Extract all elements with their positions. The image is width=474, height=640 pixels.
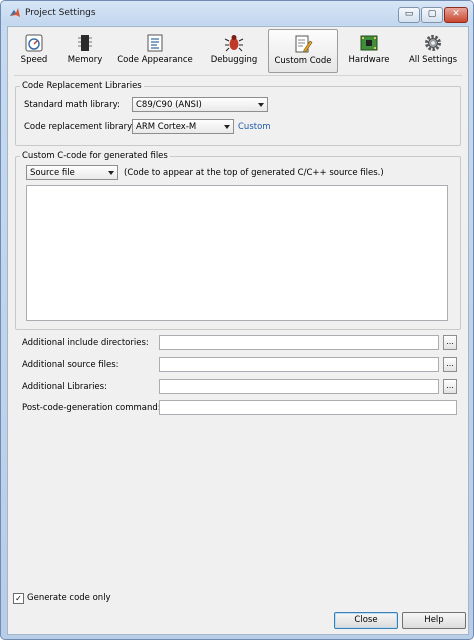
include-dirs-input[interactable] <box>159 335 439 350</box>
custom-code-textarea[interactable] <box>26 185 448 321</box>
include-dirs-label: Additional include directories: <box>22 338 149 348</box>
post-codegen-label: Post-code-generation command: <box>22 403 161 413</box>
window-title: Project Settings <box>25 8 96 18</box>
tab-hardware-label: Hardware <box>348 55 390 65</box>
file-type-value: Source file <box>30 168 75 178</box>
close-button[interactable]: Close <box>334 612 398 629</box>
title-bar: Project Settings ▭ ▢ ✕ <box>1 1 473 25</box>
post-codegen-input[interactable] <box>159 400 457 415</box>
help-button[interactable]: Help <box>402 612 466 629</box>
tab-hardware[interactable]: Hardware <box>344 29 394 71</box>
tab-custom-code-label: Custom Code <box>274 56 332 66</box>
bug-icon <box>224 35 244 52</box>
tab-memory-label: Memory <box>67 55 103 65</box>
dialog-client-area: Speed Memory Code Appearance Debugging C… <box>7 26 469 635</box>
chevron-down-icon <box>108 171 114 175</box>
libraries-browse-button[interactable]: ... <box>443 379 457 394</box>
chip-icon <box>78 35 92 51</box>
stopwatch-icon <box>25 34 43 52</box>
crl-dropdown[interactable]: ARM Cortex-M <box>132 119 234 134</box>
settings-toolbar: Speed Memory Code Appearance Debugging C… <box>8 27 468 73</box>
code-replacement-legend: Code Replacement Libraries <box>20 81 144 91</box>
tab-all-settings-label: All Settings <box>408 55 458 65</box>
edit-document-icon <box>295 35 313 53</box>
generate-code-only-label: Generate code only <box>27 593 111 603</box>
crl-value: ARM Cortex-M <box>136 122 197 132</box>
tab-memory[interactable]: Memory <box>62 29 108 71</box>
custom-c-code-legend: Custom C-code for generated files <box>20 151 170 161</box>
file-type-dropdown[interactable]: Source file <box>26 165 118 180</box>
math-library-dropdown[interactable]: C89/C90 (ANSI) <box>132 97 268 112</box>
file-hint-text: (Code to appear at the top of generated … <box>124 168 384 178</box>
libraries-input[interactable] <box>159 379 439 394</box>
source-files-browse-button[interactable]: ... <box>443 357 457 372</box>
math-library-label: Standard math library: <box>24 100 120 110</box>
generate-code-only-checkbox[interactable]: ✓ <box>13 593 24 604</box>
chevron-down-icon <box>258 103 264 107</box>
tab-custom-code[interactable]: Custom Code <box>268 29 338 73</box>
libraries-label: Additional Libraries: <box>22 382 107 392</box>
tab-speed[interactable]: Speed <box>14 29 54 71</box>
document-icon <box>147 34 163 52</box>
custom-c-code-group: Custom C-code for generated files Source… <box>15 151 461 330</box>
math-library-value: C89/C90 (ANSI) <box>136 100 202 110</box>
source-files-input[interactable] <box>159 357 439 372</box>
custom-code-panel: Code Replacement Libraries Standard math… <box>14 75 462 606</box>
source-files-label: Additional source files: <box>22 360 119 370</box>
include-dirs-browse-button[interactable]: ... <box>443 335 457 350</box>
dialog-footer: ✓ Generate code only Close Help <box>8 593 468 634</box>
maximize-button[interactable]: ▢ <box>421 7 443 23</box>
matlab-icon <box>10 8 20 17</box>
minimize-button[interactable]: ▭ <box>398 7 420 23</box>
chevron-down-icon <box>224 125 230 129</box>
tab-code-appearance-label: Code Appearance <box>117 55 193 65</box>
tab-debugging[interactable]: Debugging <box>206 29 262 71</box>
code-replacement-group: Code Replacement Libraries Standard math… <box>15 81 461 146</box>
tab-all-settings[interactable]: All Settings <box>404 29 462 71</box>
check-icon: ✓ <box>15 594 22 603</box>
custom-crl-link[interactable]: Custom <box>238 122 271 132</box>
project-settings-window: Project Settings ▭ ▢ ✕ Speed Memory Code… <box>0 0 474 640</box>
crl-label: Code replacement library: <box>24 122 135 132</box>
tab-speed-label: Speed <box>20 55 48 65</box>
board-icon <box>360 35 378 51</box>
gear-icon <box>425 35 441 51</box>
close-window-button[interactable]: ✕ <box>444 7 468 23</box>
tab-code-appearance[interactable]: Code Appearance <box>114 29 196 71</box>
tab-debugging-label: Debugging <box>210 55 258 65</box>
